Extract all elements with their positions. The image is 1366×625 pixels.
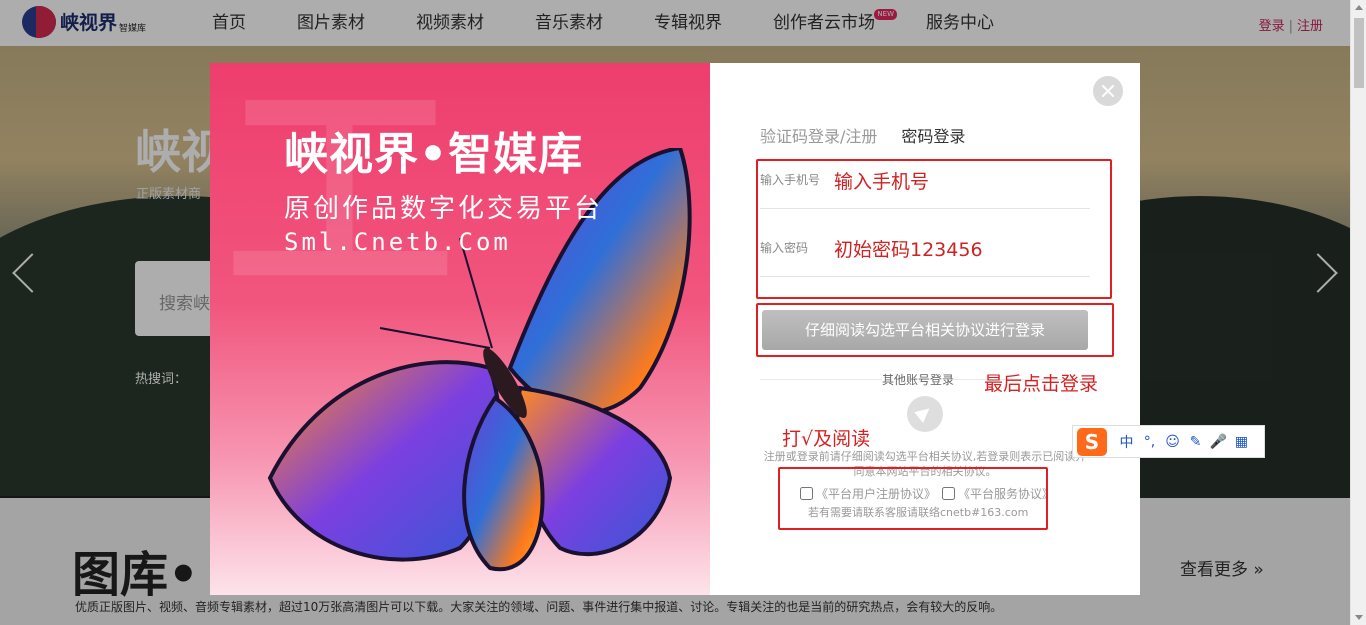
login-tabs: 验证码登录/注册 密码登录 bbox=[760, 123, 989, 147]
promo-panel: 工 峡视界•智媒库 原创作品数字化交易平台 Sml.Cnetb.Com bbox=[210, 63, 710, 595]
ime-toolbar: S 中 °, ☺ ✎ 🎤 ▦ bbox=[1072, 425, 1265, 458]
annotation-box-agreements bbox=[778, 467, 1048, 530]
scroll-down-icon[interactable] bbox=[1355, 615, 1363, 620]
ime-logo-icon[interactable]: S bbox=[1077, 427, 1107, 456]
annotation-login-hint: 最后点击登录 bbox=[984, 373, 1099, 395]
scroll-up-icon[interactable] bbox=[1355, 5, 1363, 10]
ime-handwrite-icon[interactable]: ✎ bbox=[1184, 434, 1207, 450]
scroll-thumb[interactable] bbox=[1354, 18, 1364, 88]
ime-voice-icon[interactable]: 🎤 bbox=[1207, 434, 1230, 450]
other-login-label: 其他账号登录 bbox=[882, 371, 955, 388]
annotation-agree-hint: 打√及阅读 bbox=[782, 428, 871, 450]
tab-password-login[interactable]: 密码登录 bbox=[901, 123, 965, 147]
paper-plane-icon[interactable] bbox=[907, 396, 943, 432]
promo-title: 峡视界•智媒库 bbox=[284, 129, 584, 180]
annotation-box-inputs bbox=[756, 159, 1112, 299]
page-scrollbar[interactable] bbox=[1350, 0, 1366, 625]
ime-grid-icon[interactable]: ▦ bbox=[1230, 434, 1253, 450]
ime-punctuation-icon[interactable]: °, bbox=[1138, 434, 1161, 450]
ime-emoji-icon[interactable]: ☺ bbox=[1161, 434, 1184, 450]
annotation-box-login bbox=[756, 303, 1114, 357]
promo-subtitle: 原创作品数字化交易平台 bbox=[284, 194, 604, 224]
ime-language-toggle[interactable]: 中 bbox=[1115, 432, 1138, 452]
promo-url: Sml.Cnetb.Com bbox=[284, 228, 511, 256]
close-icon[interactable] bbox=[1093, 76, 1123, 106]
login-form-panel: 验证码登录/注册 密码登录 输入手机号 输入密码 仔细阅读勾选平台相关协议进行登… bbox=[710, 63, 1140, 595]
login-modal: 工 峡视界•智媒库 原创作品数字化交易平台 Sml.Cnetb.Com 验证码登… bbox=[210, 63, 1140, 595]
tab-sms-login[interactable]: 验证码登录/注册 bbox=[760, 123, 877, 147]
